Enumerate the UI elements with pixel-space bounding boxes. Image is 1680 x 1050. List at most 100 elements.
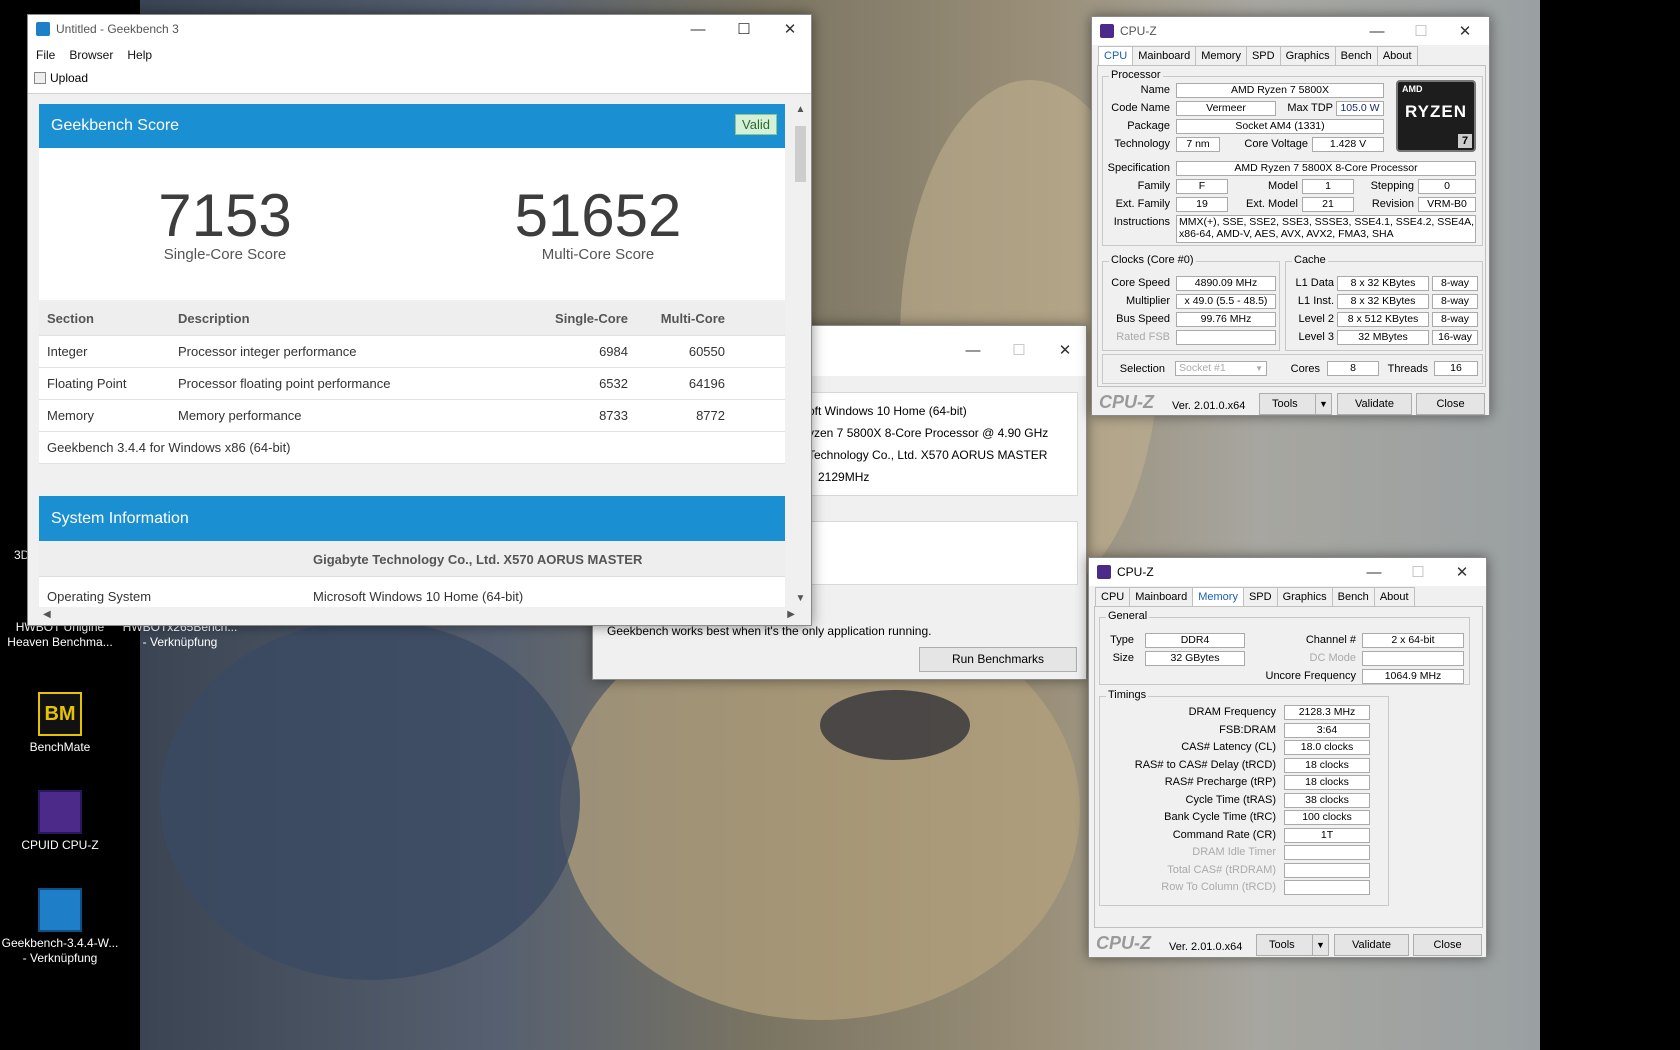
cores-label: Cores [1290, 363, 1320, 375]
timing-label: Cycle Time (tRAS) [1185, 793, 1276, 806]
timing-label: FSB:DRAM [1219, 723, 1276, 736]
tab-cpu[interactable]: CPU [1095, 587, 1131, 606]
tab-memory[interactable]: Memory [1192, 587, 1244, 606]
channel: 2 x 64-bit [1362, 633, 1464, 648]
close-button[interactable]: Close [1413, 934, 1482, 956]
wallpaper-fur [820, 690, 970, 760]
package: Socket AM4 (1331) [1176, 119, 1384, 134]
col-single-core: Single-Core [555, 311, 628, 326]
maximize-icon: ☐ [1012, 342, 1026, 359]
minimize-icon[interactable]: — [1354, 17, 1400, 45]
tab-about[interactable]: About [1376, 46, 1418, 65]
tab-memory[interactable]: Memory [1195, 46, 1247, 65]
level-3-way: 16-way [1432, 330, 1478, 345]
tab-mainboard[interactable]: Mainboard [1129, 587, 1194, 606]
desktop-icon-benchmate[interactable]: BM BenchMate [0, 692, 120, 755]
multi-core-score: 51652 Multi-Core Score [498, 186, 698, 264]
scroll-down-icon[interactable]: ▼ [793, 593, 808, 604]
horizontal-scrollbar[interactable]: ◀ ▶ [39, 609, 795, 623]
dcmode-label: DC Mode [1309, 652, 1356, 664]
bus-speed: 99.76 MHz [1176, 312, 1276, 327]
technology-label: Technology [1114, 138, 1170, 150]
maximize-icon: ☐ [1411, 564, 1425, 581]
close-icon[interactable]: ✕ [1442, 17, 1488, 45]
tab-graphics[interactable]: Graphics [1279, 46, 1336, 65]
scroll-left-icon[interactable]: ◀ [43, 609, 51, 620]
multiplier: x 49.0 (5.5 - 48.5) [1176, 294, 1276, 309]
validate-button[interactable]: Validate [1334, 934, 1409, 956]
instructions-line-1: MMX(+), SSE, SSE2, SSE3, SSSE3, SSE4.1, … [1179, 216, 1475, 228]
table-row: Integer Processor integer performance 69… [39, 336, 785, 368]
timing-value: 18.0 clocks [1284, 740, 1370, 755]
ext-family: 19 [1176, 197, 1228, 212]
threads-label: Threads [1387, 363, 1428, 375]
maximize-icon: ☐ [1414, 23, 1428, 40]
extmodel-label: Ext. Model [1246, 198, 1298, 210]
col-multi-core: Multi-Core [660, 311, 725, 326]
single-core-value: 7153 [158, 182, 292, 249]
cell-multi: 60550 [688, 344, 725, 359]
tools-button[interactable]: Tools ▼ [1259, 393, 1332, 415]
tab-spd[interactable]: SPD [1242, 587, 1278, 606]
chevron-down-icon: ▼ [1312, 935, 1328, 955]
close-icon[interactable]: ✕ [1439, 558, 1485, 586]
tab-spd[interactable]: SPD [1245, 46, 1281, 65]
chevron-down-icon: ▼ [1315, 394, 1331, 414]
vertical-scrollbar[interactable]: ▲ ▼ [793, 104, 808, 604]
cpuz-footer-logo: CPU-Z [1096, 933, 1151, 953]
launcher-board-line: Technology Co., Ltd. X570 AORUS MASTER [808, 448, 1048, 462]
tab-bench[interactable]: Bench [1334, 46, 1378, 65]
scroll-right-icon[interactable]: ▶ [787, 609, 795, 620]
scroll-up-icon[interactable]: ▲ [793, 104, 808, 115]
cpuz-memory-tabs: CPU Mainboard Memory SPD Graphics Bench … [1095, 587, 1415, 606]
tab-about[interactable]: About [1373, 587, 1415, 606]
run-benchmarks-button[interactable]: Run Benchmarks [919, 647, 1077, 672]
cpuz-footer-logo: CPU-Z [1099, 392, 1154, 412]
close-icon[interactable]: ✕ [767, 15, 813, 43]
tab-cpu[interactable]: CPU [1098, 46, 1134, 65]
group-title: Timings [1106, 689, 1149, 701]
maximize-icon[interactable]: ☐ [721, 15, 767, 43]
l2-label: Level 2 [1298, 313, 1334, 325]
selection-dropdown[interactable]: Socket #1 ▼ [1175, 361, 1267, 376]
maxtdp: 105.0 W [1336, 101, 1384, 116]
ext-model: 21 [1302, 197, 1354, 212]
timing-value: 3:64 [1284, 722, 1370, 738]
validate-button[interactable]: Validate [1337, 393, 1412, 415]
timing-value: 38 clocks [1284, 792, 1370, 808]
geekbench-icon [36, 22, 50, 36]
upload-button[interactable]: Upload [34, 71, 88, 85]
system-info-header: System Information [39, 496, 785, 541]
os-value: Microsoft Windows 10 Home (64-bit) [313, 589, 524, 604]
launcher-memory-line: 2129MHz [818, 470, 870, 484]
menu-help[interactable]: Help [127, 48, 152, 62]
wallpaper-strip [1540, 0, 1680, 1050]
timing-value: 1T [1284, 827, 1370, 843]
tools-button[interactable]: Tools ▼ [1256, 934, 1329, 956]
cpuz-version: Ver. 2.01.0.x64 [1172, 400, 1246, 412]
scroll-thumb[interactable] [795, 126, 806, 182]
group-title: Cache [1292, 254, 1328, 266]
revision-label: Revision [1371, 198, 1414, 210]
desktop-icon-cpuz[interactable]: CPUID CPU-Z [0, 790, 120, 853]
menu-browser[interactable]: Browser [69, 48, 113, 62]
instructions-label: Instructions [1113, 216, 1170, 228]
minimize-icon[interactable]: — [675, 15, 721, 43]
family-label: Family [1137, 180, 1170, 192]
level-2: 8 x 512 KBytes [1337, 312, 1429, 327]
menu-file[interactable]: File [36, 48, 55, 62]
voltage-label: Core Voltage [1244, 138, 1308, 150]
close-icon[interactable]: ✕ [1042, 336, 1088, 364]
minimize-icon[interactable]: — [1351, 558, 1397, 586]
close-button[interactable]: Close [1416, 393, 1485, 415]
tab-mainboard[interactable]: Mainboard [1132, 46, 1197, 65]
geekbench-score-header: Geekbench Score Valid [39, 104, 785, 148]
system-info-title: System Information [51, 509, 189, 527]
l1-inst: 8 x 32 KBytes [1337, 294, 1429, 309]
model-label: Model [1268, 180, 1298, 192]
tab-graphics[interactable]: Graphics [1276, 587, 1333, 606]
minimize-icon[interactable]: — [950, 336, 996, 364]
tab-bench[interactable]: Bench [1331, 587, 1375, 606]
timing-value [1284, 862, 1370, 878]
desktop-icon-geekbench[interactable]: Geekbench-3.4.4-W... - Verknüpfung [0, 888, 120, 966]
